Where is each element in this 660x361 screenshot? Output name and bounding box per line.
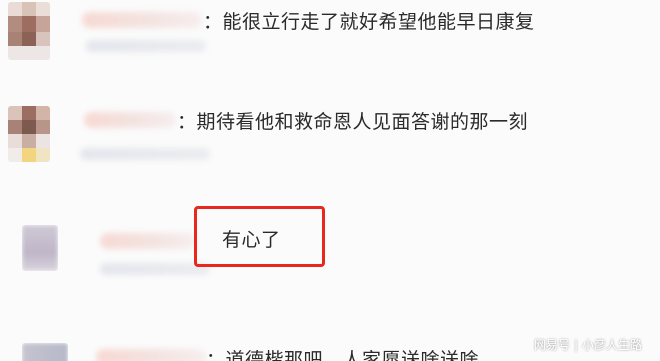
watermark-author: 小彦人生路 [581,338,642,352]
username-blurred[interactable] [82,12,202,28]
username-blurred[interactable] [84,112,176,128]
comment-text: ：道德楷那吧，人家愿送啥送啥 [206,349,480,361]
username-blurred[interactable] [96,349,206,361]
watermark-source: 网易号 [533,338,570,352]
username-blurred[interactable] [100,233,195,249]
comment-text: ：期待看他和救命恩人见面答谢的那一刻 [177,111,529,133]
comment-item-1: ：能很立行走了就好希望他能早日康复 [0,0,660,80]
watermark: 网易号 | 小彦人生路 [534,336,642,353]
comment-item-3: 有心了 [0,205,660,285]
comment-meta-blurred [80,148,210,160]
watermark-separator: | [573,338,578,352]
avatar[interactable] [8,2,50,60]
comment-text: 有心了 [222,229,281,251]
comment-item-2: ：期待看他和救命恩人见面答谢的那一刻 [0,100,660,180]
comment-screenshot: ：能很立行走了就好希望他能早日康复 ：期待看他和救命恩人见面答谢的那一刻 有心了… [0,0,660,361]
avatar[interactable] [22,225,58,271]
avatar[interactable] [22,343,68,361]
avatar[interactable] [8,106,50,162]
comment-text: ：能很立行走了就好希望他能早日康复 [203,11,535,33]
comment-meta-blurred [86,40,206,52]
